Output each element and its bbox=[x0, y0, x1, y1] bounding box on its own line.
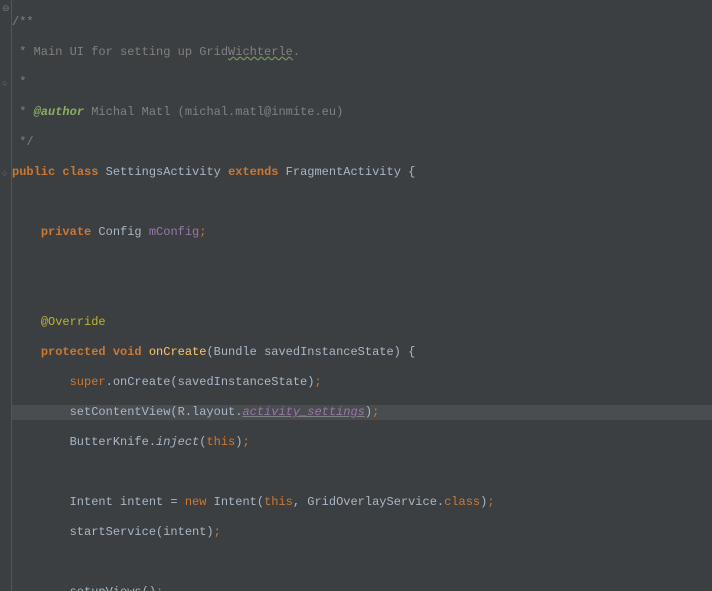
call: startService(intent) bbox=[70, 525, 214, 539]
code-line[interactable]: private Config mConfig; bbox=[12, 225, 712, 240]
gutter-mark[interactable]: ○ bbox=[2, 77, 7, 92]
params: (Bundle savedInstanceState) bbox=[206, 345, 408, 359]
keyword-this: this bbox=[264, 495, 293, 509]
paren: ) bbox=[365, 405, 372, 419]
gutter-mark[interactable]: ○ bbox=[2, 167, 7, 182]
superclass-name: FragmentActivity bbox=[286, 165, 408, 179]
fold-mark[interactable]: ⊖ bbox=[2, 2, 10, 17]
javadoc-tag: @author bbox=[34, 105, 84, 119]
semicolon: ; bbox=[314, 375, 321, 389]
keyword-protected: protected bbox=[41, 345, 113, 359]
ctor: Intent( bbox=[214, 495, 264, 509]
keyword-public: public bbox=[12, 165, 62, 179]
keyword-super: super bbox=[70, 375, 106, 389]
code-line[interactable]: * Main UI for setting up GridWichterle. bbox=[12, 45, 712, 60]
call: setContentView(R.layout. bbox=[70, 405, 243, 419]
field-name: mConfig bbox=[149, 225, 199, 239]
call-qualifier: ButterKnife. bbox=[70, 435, 156, 449]
code-line[interactable]: public class SettingsActivity extends Fr… bbox=[12, 165, 712, 180]
call: .onCreate(savedInstanceState) bbox=[106, 375, 315, 389]
code-line[interactable]: super.onCreate(savedInstanceState); bbox=[12, 375, 712, 390]
code-editor[interactable]: ⊖ ○ ○ /** * Main UI for setting up GridW… bbox=[0, 0, 712, 591]
keyword-private: private bbox=[41, 225, 99, 239]
semicolon: ; bbox=[242, 435, 249, 449]
code-line[interactable] bbox=[12, 285, 712, 300]
javadoc-text: Michal Matl (michal.matl@inmite.eu) bbox=[84, 105, 343, 119]
code-line[interactable] bbox=[12, 255, 712, 270]
keyword-this: this bbox=[206, 435, 235, 449]
static-method: inject bbox=[156, 435, 199, 449]
semicolon: ; bbox=[199, 225, 206, 239]
semicolon: ; bbox=[487, 495, 494, 509]
semicolon: ; bbox=[214, 525, 221, 539]
spellcheck-word: Wichterle bbox=[228, 45, 293, 59]
code-line[interactable] bbox=[12, 555, 712, 570]
code-line[interactable]: protected void onCreate(Bundle savedInst… bbox=[12, 345, 712, 360]
code-line[interactable]: setupViews(); bbox=[12, 585, 712, 591]
code-line[interactable]: */ bbox=[12, 135, 712, 150]
code-line[interactable]: startService(intent); bbox=[12, 525, 712, 540]
semicolon: ; bbox=[156, 585, 163, 591]
javadoc-text: * Main UI for setting up Grid bbox=[12, 45, 228, 59]
keyword-new: new bbox=[185, 495, 214, 509]
class-name: SettingsActivity bbox=[106, 165, 228, 179]
semicolon: ; bbox=[372, 405, 379, 419]
annotation-override: @Override bbox=[41, 315, 106, 329]
javadoc-open: /** bbox=[12, 15, 34, 29]
brace: { bbox=[408, 345, 415, 359]
resource-ref: activity_settings bbox=[242, 405, 364, 419]
javadoc-text: * bbox=[12, 105, 34, 119]
keyword-class: class bbox=[62, 165, 105, 179]
code-line-highlighted[interactable]: setContentView(R.layout.activity_setting… bbox=[12, 405, 712, 420]
javadoc-close: */ bbox=[12, 135, 34, 149]
javadoc-text: * bbox=[12, 75, 26, 89]
call: setupViews() bbox=[70, 585, 156, 591]
code-line[interactable]: ButterKnife.inject(this); bbox=[12, 435, 712, 450]
var-decl: Intent intent = bbox=[70, 495, 185, 509]
code-line[interactable]: /** bbox=[12, 15, 712, 30]
javadoc-text: . bbox=[293, 45, 300, 59]
code-line[interactable]: @Override bbox=[12, 315, 712, 330]
code-line[interactable]: * @author Michal Matl (michal.matl@inmit… bbox=[12, 105, 712, 120]
type-name: Config bbox=[98, 225, 148, 239]
code-line[interactable] bbox=[12, 465, 712, 480]
brace: { bbox=[408, 165, 415, 179]
code-line[interactable] bbox=[12, 195, 712, 210]
keyword-extends: extends bbox=[228, 165, 286, 179]
keyword-void: void bbox=[113, 345, 149, 359]
code-area[interactable]: /** * Main UI for setting up GridWichter… bbox=[12, 0, 712, 591]
code-line[interactable]: * bbox=[12, 75, 712, 90]
keyword-class: class bbox=[444, 495, 480, 509]
method-name: onCreate bbox=[149, 345, 207, 359]
code-line[interactable]: Intent intent = new Intent(this, GridOve… bbox=[12, 495, 712, 510]
gutter: ⊖ ○ ○ bbox=[0, 0, 12, 591]
